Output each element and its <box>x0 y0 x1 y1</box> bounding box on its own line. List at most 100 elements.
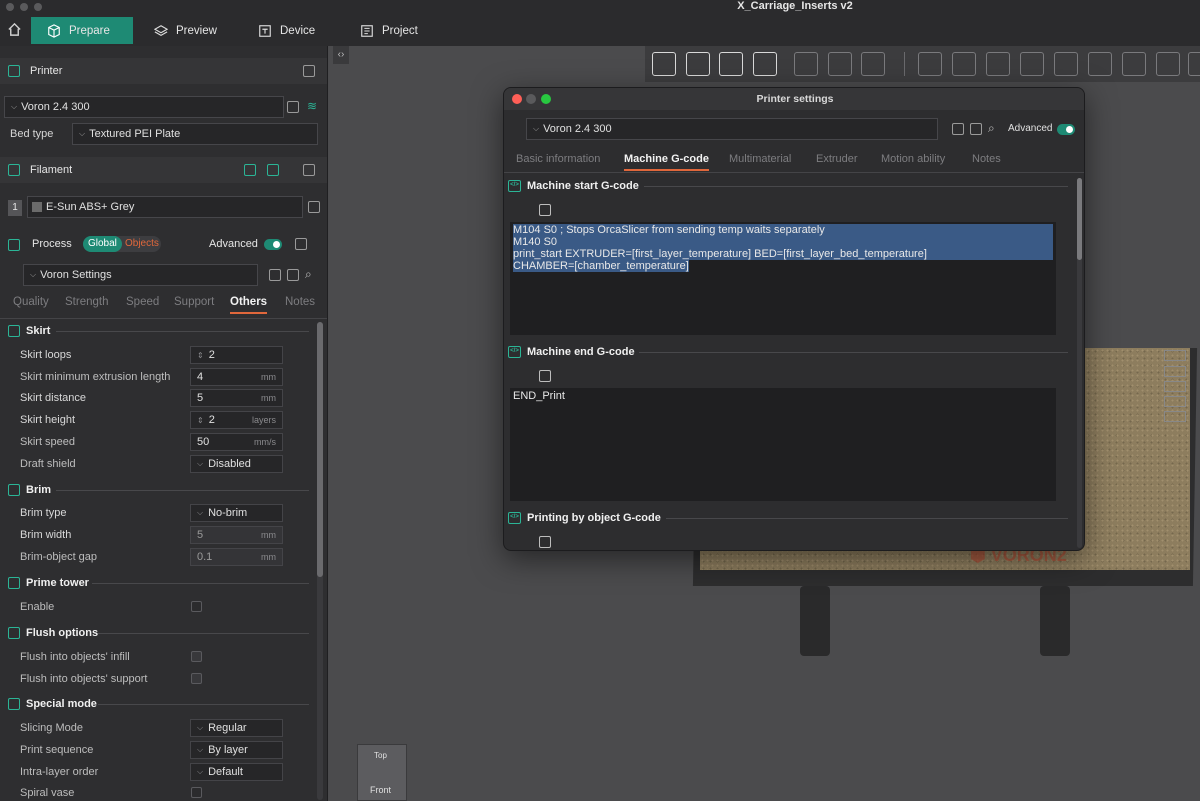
special-group-header: Special mode <box>8 698 97 710</box>
settings-scroll-thumb[interactable] <box>317 322 323 577</box>
edit-filament-icon[interactable] <box>308 201 320 213</box>
dialog-scroll-thumb[interactable] <box>1077 178 1082 260</box>
start-gcode-editor[interactable]: M104 S0 ; Stops OrcaSlicer from sending … <box>510 222 1056 335</box>
edit-printer-icon[interactable] <box>287 101 299 113</box>
rotate-icon[interactable] <box>952 52 976 76</box>
plate-lock-icon[interactable] <box>1164 396 1186 407</box>
tab-project[interactable]: Project <box>344 17 434 44</box>
brim-gap-label: Brim-object gap <box>20 551 98 563</box>
tab-prepare[interactable]: Prepare <box>31 17 133 44</box>
tab-multimaterial[interactable]: Multimaterial <box>729 153 791 165</box>
scale-icon[interactable] <box>986 52 1010 76</box>
tab-motion-ability[interactable]: Motion ability <box>881 153 945 165</box>
dialog-close-button[interactable] <box>512 94 522 104</box>
printer-settings-dialog: Printer settings ⌵ Voron 2.4 300 ⌕ Advan… <box>503 87 1085 551</box>
intra-layer-select[interactable]: ⌵ Default <box>190 763 283 781</box>
spiral-vase-checkbox[interactable] <box>191 787 202 798</box>
tab-support[interactable]: Support <box>174 296 214 308</box>
enable-checkbox[interactable] <box>191 601 202 612</box>
dialog-advanced-toggle[interactable] <box>1057 124 1075 135</box>
plate-settings-icon[interactable] <box>1164 411 1186 422</box>
tab-strength[interactable]: Strength <box>65 296 108 308</box>
tab-preview[interactable]: Preview <box>138 17 233 44</box>
text-tool-icon[interactable] <box>1156 52 1180 76</box>
stepper-icon[interactable]: ⇕ <box>197 351 204 360</box>
brim-type-select[interactable]: ⌵ No-brim <box>190 504 283 522</box>
chevron-down-icon: ⌵ <box>197 508 204 517</box>
bed-type-select[interactable]: ⌵ Textured PEI Plate <box>72 123 318 145</box>
device-icon <box>259 24 271 37</box>
variable-layer-icon[interactable] <box>861 52 885 76</box>
dialog-zoom-button[interactable] <box>541 94 551 104</box>
slicing-mode-select[interactable]: ⌵ Regular <box>190 719 283 737</box>
plate-icon[interactable] <box>753 52 777 76</box>
skirt-height-value: 2 <box>208 414 215 426</box>
tab-quality[interactable]: Quality <box>13 296 49 308</box>
split-objects-icon[interactable] <box>794 52 818 76</box>
skirt-distance-input[interactable]: 5 mm <box>190 389 283 407</box>
printer-select[interactable]: ⌵ Voron 2.4 300 <box>4 96 284 118</box>
lay-on-face-icon[interactable] <box>1020 52 1044 76</box>
dialog-printer-select[interactable]: ⌵ Voron 2.4 300 <box>526 118 938 140</box>
tab-speed[interactable]: Speed <box>126 296 159 308</box>
arrange-grid-icon[interactable] <box>686 52 710 76</box>
save-icon[interactable] <box>952 123 964 135</box>
printer-section-label: Printer <box>30 65 63 77</box>
printer-settings-icon[interactable] <box>303 65 315 77</box>
delete-icon[interactable] <box>970 123 982 135</box>
advanced-toggle[interactable] <box>264 239 282 250</box>
flush-icon <box>8 627 20 639</box>
skirt-loops-input[interactable]: ⇕ 2 <box>190 346 283 364</box>
move-icon[interactable] <box>918 52 942 76</box>
search-icon[interactable]: ⌕ <box>988 121 995 136</box>
global-objects-switch[interactable]: Global Objects <box>83 236 161 252</box>
search-icon[interactable]: ⌕ <box>305 267 312 282</box>
plate-arrange-icon[interactable] <box>1164 381 1186 392</box>
global-option[interactable]: Global <box>83 236 122 252</box>
tab-others[interactable]: Others <box>230 296 268 314</box>
skirt-min-ext-input[interactable]: 4 mm <box>190 368 283 386</box>
seam-paint-icon[interactable] <box>1122 52 1146 76</box>
view-cube[interactable]: Top Front <box>357 744 407 801</box>
support-paint-icon[interactable] <box>1088 52 1112 76</box>
measure-icon[interactable] <box>1188 52 1200 76</box>
skirt-speed-input[interactable]: 50 mm/s <box>190 433 283 451</box>
tab-extruder[interactable]: Extruder <box>816 153 858 165</box>
add-object-icon[interactable] <box>652 52 676 76</box>
save-icon[interactable] <box>269 269 281 281</box>
objects-option[interactable]: Objects <box>125 236 159 252</box>
skirt-height-input[interactable]: ⇕ 2 layers <box>190 411 283 429</box>
print-sequence-select[interactable]: ⌵ By layer <box>190 741 283 759</box>
remove-filament-icon[interactable] <box>267 164 279 176</box>
dialog-minimize-button[interactable] <box>526 94 536 104</box>
wifi-icon[interactable]: ≋ <box>307 99 317 113</box>
delete-icon[interactable] <box>287 269 299 281</box>
cut-icon[interactable] <box>1054 52 1078 76</box>
tab-machine-gcode[interactable]: Machine G-code <box>624 153 709 171</box>
stepper-icon[interactable]: ⇕ <box>197 416 204 425</box>
end-gcode-editor[interactable]: END_Print <box>510 388 1056 501</box>
tab-notes[interactable]: Notes <box>972 153 1001 165</box>
edit-start-gcode-icon[interactable] <box>539 204 551 216</box>
home-icon[interactable] <box>7 22 22 40</box>
process-preset-select[interactable]: ⌵ Voron Settings <box>23 264 258 286</box>
special-mode-icon <box>8 698 20 710</box>
collapse-sidebar-icon[interactable]: ‹› <box>333 46 349 64</box>
view-cube-front[interactable]: Front <box>370 785 391 795</box>
plate-close-icon[interactable] <box>1164 350 1186 361</box>
intra-layer-value: Default <box>208 766 243 778</box>
plate-visibility-icon[interactable] <box>1164 366 1186 377</box>
tab-device[interactable]: Device <box>242 17 331 44</box>
tab-notes[interactable]: Notes <box>285 296 315 308</box>
tab-basic-information[interactable]: Basic information <box>516 153 600 165</box>
compare-icon[interactable] <box>295 238 307 250</box>
edit-end-gcode-icon[interactable] <box>539 370 551 382</box>
add-filament-icon[interactable] <box>244 164 256 176</box>
edit-object-gcode-icon[interactable] <box>539 536 551 548</box>
draft-shield-select[interactable]: ⌵ Disabled <box>190 455 283 473</box>
auto-orient-icon[interactable] <box>719 52 743 76</box>
filament-settings-icon[interactable] <box>303 164 315 176</box>
split-parts-icon[interactable] <box>828 52 852 76</box>
filament-select[interactable]: E-Sun ABS+ Grey <box>27 196 303 218</box>
view-cube-top[interactable]: Top <box>374 751 387 760</box>
